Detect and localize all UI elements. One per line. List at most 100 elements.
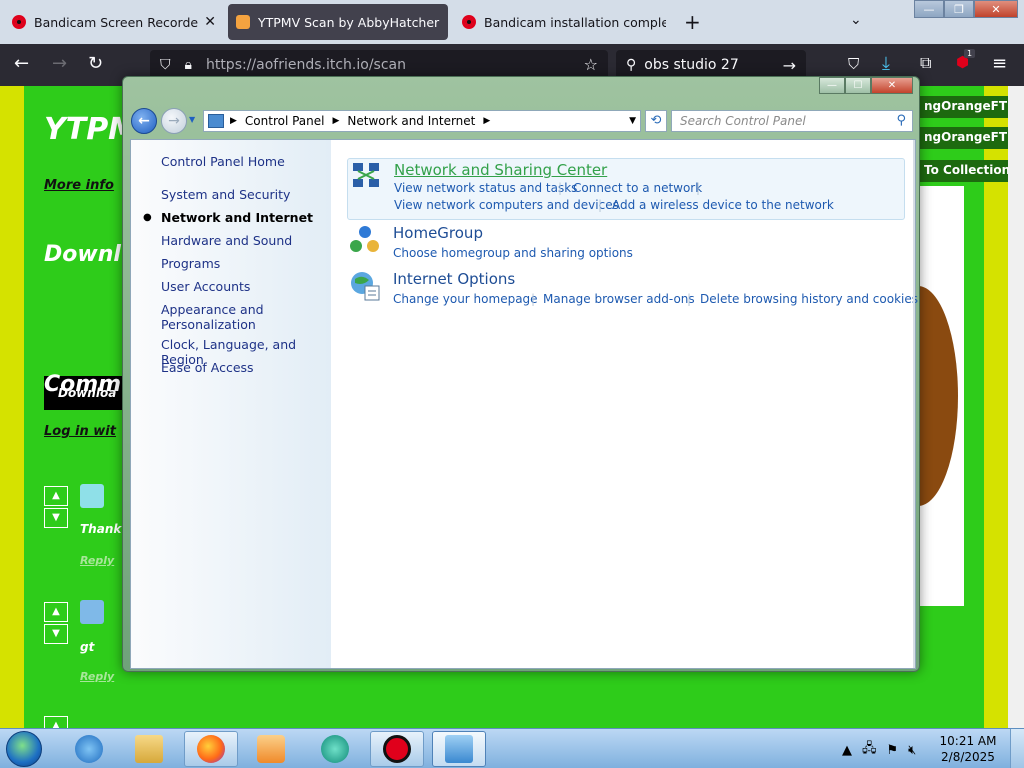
refresh-button[interactable]: ⟲ <box>645 110 667 132</box>
upvote-icon[interactable]: ▲ <box>44 602 68 622</box>
show-hidden-icons-icon[interactable]: ▲ <box>842 743 852 758</box>
close-button[interactable]: ✕ <box>974 0 1018 18</box>
recent-pages-dropdown-icon[interactable]: ▼ <box>189 115 195 124</box>
task-separator: | <box>687 292 692 306</box>
close-button[interactable]: ✕ <box>871 77 913 94</box>
maximize-button[interactable]: ❐ <box>944 0 974 18</box>
forward-button[interactable]: → <box>161 108 187 134</box>
content-scrollbar[interactable] <box>913 140 915 668</box>
sidebar-item-home[interactable]: Control Panel Home <box>161 154 285 169</box>
login-link[interactable]: Log in wit <box>44 424 116 439</box>
file-explorer-icon[interactable] <box>122 731 176 767</box>
task-link[interactable]: Choose homegroup and sharing options <box>393 246 633 260</box>
downvote-icon[interactable]: ▼ <box>44 508 68 528</box>
lock-icon[interactable]: 🔒︎ <box>185 57 192 73</box>
user-tag[interactable]: ngOrangeFTL <box>918 127 1021 149</box>
sidebar-item-programs[interactable]: Programs <box>161 256 220 271</box>
sidebar-item-ease-of-access[interactable]: Ease of Access <box>161 360 254 375</box>
breadcrumb-chevron-icon[interactable]: ▶ <box>333 116 340 126</box>
more-info-link[interactable]: More info <box>44 178 114 193</box>
record-icon[interactable] <box>370 731 424 767</box>
tab-ytpmv-scan[interactable]: YTPMV Scan by AbbyHatcheran <box>228 4 448 40</box>
search-placeholder: Search Control Panel <box>680 114 806 128</box>
network-sharing-title[interactable]: Network and Sharing Center <box>394 161 607 179</box>
sidebar-item-user-accounts[interactable]: User Accounts <box>161 279 250 294</box>
task-link[interactable]: Add a wireless device to the network <box>612 198 834 212</box>
firefox-icon[interactable] <box>184 731 238 767</box>
task-link[interactable]: Delete browsing history and cookies <box>700 292 918 306</box>
homegroup-title[interactable]: HomeGroup <box>393 224 483 242</box>
breadcrumb-control-panel[interactable]: Control Panel <box>245 114 325 128</box>
task-link[interactable]: View network computers and devices <box>394 198 619 212</box>
back-button[interactable]: ← <box>131 108 157 134</box>
avatar[interactable] <box>80 600 104 624</box>
download-heading: Downl <box>44 242 121 267</box>
internet-options-title[interactable]: Internet Options <box>393 270 515 288</box>
control-panel-window-controls: — ☐ ✕ <box>819 77 913 94</box>
user-tag[interactable]: ngOrangeFTL <box>918 96 1021 118</box>
back-icon[interactable]: ← <box>14 53 29 74</box>
search-control-panel-input[interactable]: Search Control Panel ⚲ <box>671 110 913 132</box>
browser-window-controls: — ❐ ✕ <box>914 0 1018 18</box>
sidebar-item-hardware-sound[interactable]: Hardware and Sound <box>161 233 292 248</box>
control-panel-icon <box>208 114 224 128</box>
downvote-icon[interactable]: ▼ <box>44 624 68 644</box>
list-all-tabs-button[interactable]: ⌄ <box>850 12 862 28</box>
search-icon[interactable]: ⚲ <box>896 113 906 128</box>
downloads-icon[interactable]: ⤓ <box>882 53 890 74</box>
reply-link[interactable]: Reply <box>80 670 114 683</box>
tab-bandicam-install[interactable]: Bandicam installation complete <box>454 4 674 40</box>
maximize-button[interactable]: ☐ <box>845 77 871 94</box>
tab-title: Bandicam installation complete <box>484 14 666 30</box>
start-button[interactable] <box>6 731 42 767</box>
close-tab-icon[interactable]: ✕ <box>204 14 216 30</box>
search-text[interactable]: obs studio 27 <box>644 57 738 73</box>
breadcrumb-network-internet[interactable]: Network and Internet <box>347 114 475 128</box>
pocket-icon[interactable]: ⛉ <box>848 55 859 73</box>
sidebar-item-system-security[interactable]: System and Security <box>161 187 290 202</box>
reply-link[interactable]: Reply <box>80 554 114 567</box>
internet-explorer-icon[interactable] <box>62 731 116 767</box>
show-desktop-button[interactable] <box>1010 729 1024 768</box>
forward-icon[interactable]: → <box>52 53 67 74</box>
upvote-icon[interactable]: ▲ <box>44 486 68 506</box>
task-link[interactable]: View network status and tasks <box>394 181 577 195</box>
avatar[interactable] <box>80 484 104 508</box>
action-center-flag-icon[interactable]: ⚑ <box>887 743 899 758</box>
tab-bandicam-recorder[interactable]: Bandicam Screen Recorder Dow ✕ <box>4 4 224 40</box>
task-link[interactable]: Manage browser add-ons <box>543 292 695 306</box>
add-to-collection-button[interactable]: To Collection <box>918 160 1017 182</box>
explorer-navigation-row: ← → ▼ ▶ Control Panel ▶ Network and Inte… <box>131 107 913 135</box>
volume-muted-icon[interactable]: 🔇︎ <box>908 743 916 758</box>
shield-icon[interactable]: ⛉ <box>160 57 171 73</box>
tab-title: Bandicam Screen Recorder Dow <box>34 14 199 30</box>
cover-image <box>878 186 964 606</box>
address-dropdown-icon[interactable]: ▼ <box>629 116 636 126</box>
browser-tab-strip: Bandicam Screen Recorder Dow ✕ YTPMV Sca… <box>0 0 1024 44</box>
itch-icon <box>236 15 250 29</box>
page-scrollbar[interactable] <box>1008 86 1024 728</box>
bookmark-star-icon[interactable]: ☆ <box>584 55 598 74</box>
network-icon[interactable]: 🖧︎ <box>862 739 877 761</box>
breadcrumb-chevron-icon[interactable]: ▶ <box>483 116 490 126</box>
minimize-button[interactable]: — <box>819 77 845 94</box>
extensions-icon[interactable]: ⧉ <box>920 53 931 73</box>
control-panel-icon[interactable] <box>432 731 486 767</box>
media-player-icon[interactable] <box>244 731 298 767</box>
task-link[interactable]: Change your homepage <box>393 292 538 306</box>
task-separator: | <box>696 181 701 195</box>
menu-icon[interactable]: ≡ <box>992 53 1007 74</box>
minimize-button[interactable]: — <box>914 0 944 18</box>
sidebar-item-appearance[interactable]: Appearance and Personalization <box>161 302 291 332</box>
url-text[interactable]: https://aofriends.itch.io/scan <box>206 57 406 73</box>
clock[interactable]: 10:21 AM 2/8/2025 <box>936 733 1000 765</box>
breadcrumb-chevron-icon[interactable]: ▶ <box>230 116 237 126</box>
extension-badge: 1 <box>964 49 976 58</box>
task-link[interactable]: Connect to a network <box>573 181 702 195</box>
chat-bubble-icon[interactable] <box>308 731 362 767</box>
new-tab-button[interactable]: + <box>684 10 701 34</box>
control-panel-sidebar: Control Panel Home System and Security ●… <box>131 140 331 668</box>
go-arrow-icon[interactable]: → <box>783 56 796 75</box>
reload-icon[interactable]: ↻ <box>88 53 103 74</box>
address-bar[interactable]: ▶ Control Panel ▶ Network and Internet ▶… <box>203 110 641 132</box>
